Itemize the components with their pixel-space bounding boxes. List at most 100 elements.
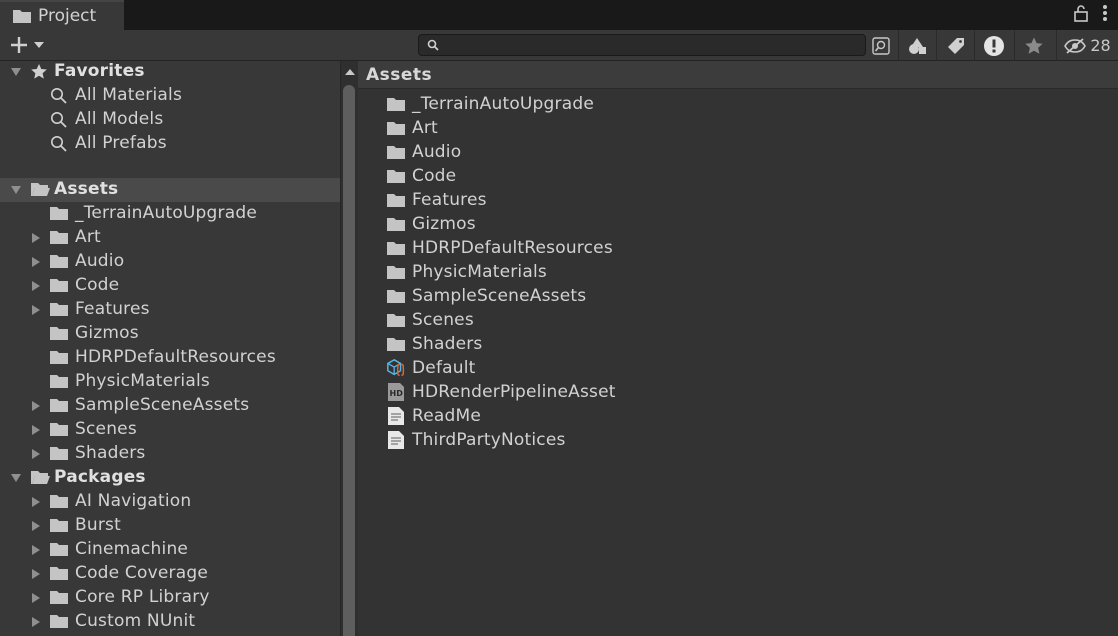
asset-file-item[interactable]: Default	[386, 356, 476, 380]
asset-item-label: Art	[412, 118, 438, 138]
hidden-count-label: 28	[1090, 36, 1111, 55]
asset-folder-item[interactable]: Scenes	[386, 308, 474, 332]
folder-icon	[386, 192, 406, 208]
folder-icon	[49, 397, 69, 413]
folder-icon	[49, 565, 69, 581]
asset-folder-item[interactable]: Shaders	[386, 332, 482, 356]
collapsed-arrow-icon[interactable]	[30, 400, 42, 412]
tag-icon	[947, 37, 964, 54]
chevron-down-icon	[34, 42, 44, 48]
scroll-up-arrow-icon[interactable]	[344, 67, 356, 77]
asset-file-item[interactable]: ReadMe	[386, 404, 481, 428]
asset-file-item[interactable]: HD HDRenderPipelineAsset	[386, 380, 616, 404]
filter-by-label-button[interactable]	[936, 30, 974, 61]
tree-item-label: Art	[75, 227, 101, 247]
star-icon	[30, 63, 48, 81]
asset-item-label: Default	[412, 358, 476, 378]
tree-package-item[interactable]: Custom NUnit	[0, 610, 340, 634]
expanded-arrow-icon[interactable]	[10, 472, 22, 484]
tree-folder-item[interactable]: PhysicMaterials	[0, 370, 340, 394]
search-scope-button[interactable]	[866, 30, 896, 61]
kebab-menu-icon[interactable]	[1102, 4, 1108, 22]
collapsed-arrow-icon[interactable]	[30, 256, 42, 268]
hidden-packages-toggle[interactable]: 28	[1056, 30, 1118, 61]
folder-open-icon	[30, 469, 52, 486]
asset-folder-item[interactable]: HDRPDefaultResources	[386, 236, 613, 260]
collapsed-arrow-icon[interactable]	[30, 616, 42, 628]
tree-package-item[interactable]: Core RP Library	[0, 586, 340, 610]
collapsed-arrow-icon[interactable]	[30, 496, 42, 508]
expanded-arrow-icon[interactable]	[10, 66, 22, 78]
tree-folder-item[interactable]: Features	[0, 298, 340, 322]
tree-folder-item[interactable]: Scenes	[0, 418, 340, 442]
asset-folder-item[interactable]: SampleSceneAssets	[386, 284, 586, 308]
tree-folder-item[interactable]: Code	[0, 274, 340, 298]
folder-icon	[13, 10, 31, 23]
tree-folder-item[interactable]: HDRPDefaultResources	[0, 346, 340, 370]
asset-file-item[interactable]: ThirdPartyNotices	[386, 428, 566, 452]
asset-folder-item[interactable]: Features	[386, 188, 487, 212]
folder-icon	[49, 493, 69, 509]
tree-item-label: All Models	[75, 109, 164, 129]
tree-favorites[interactable]: Favorites	[0, 61, 340, 84]
folder-icon	[49, 517, 69, 533]
tree-folder-item[interactable]: SampleSceneAssets	[0, 394, 340, 418]
asset-item-label: PhysicMaterials	[412, 262, 547, 282]
asset-folder-item[interactable]: Audio	[386, 140, 461, 164]
asset-item-label: HDRPDefaultResources	[412, 238, 613, 258]
tree-folder-item[interactable]: Gizmos	[0, 322, 340, 346]
folder-icon	[49, 253, 69, 269]
search-input[interactable]	[418, 34, 866, 56]
tree-item-label: Assets	[54, 179, 119, 199]
filter-by-type-button[interactable]	[898, 30, 936, 61]
tree-package-item[interactable]: Cinemachine	[0, 538, 340, 562]
asset-folder-item[interactable]: Gizmos	[386, 212, 476, 236]
favorites-button[interactable]	[1014, 30, 1052, 61]
create-dropdown-button[interactable]	[8, 34, 52, 56]
tree-item-label: All Materials	[75, 85, 182, 105]
asset-item-label: Code	[412, 166, 457, 186]
tree-item-label: Code Coverage	[75, 563, 208, 583]
lock-icon[interactable]	[1074, 4, 1088, 22]
tree-assets[interactable]: Assets	[0, 178, 340, 202]
collapsed-arrow-icon[interactable]	[30, 280, 42, 292]
collapsed-arrow-icon[interactable]	[30, 304, 42, 316]
asset-folder-item[interactable]: _TerrainAutoUpgrade	[386, 92, 594, 116]
tree-packages[interactable]: Packages	[0, 466, 340, 490]
tree-folder-item[interactable]: _TerrainAutoUpgrade	[0, 202, 340, 226]
asset-folder-item[interactable]: PhysicMaterials	[386, 260, 547, 284]
folder-icon	[386, 288, 406, 304]
collapsed-arrow-icon[interactable]	[30, 448, 42, 460]
asset-list-pane: Assets _TerrainAutoUpgrade Art Audio Code Fe…	[358, 61, 1118, 636]
tree-package-item[interactable]: Code Coverage	[0, 562, 340, 586]
window-tab-bar: Project	[0, 0, 1118, 30]
tree-scrollbar[interactable]	[340, 61, 358, 636]
collapsed-arrow-icon[interactable]	[30, 232, 42, 244]
asset-folder-item[interactable]: Code	[386, 164, 456, 188]
folder-tree: Favorites All Materials All Models All Pref…	[0, 61, 340, 636]
tree-package-item[interactable]: AI Navigation	[0, 490, 340, 514]
asset-folder-item[interactable]: Art	[386, 116, 438, 140]
scroll-thumb[interactable]	[343, 85, 355, 636]
tree-favorite-item[interactable]: All Models	[0, 108, 340, 132]
collapsed-arrow-icon[interactable]	[30, 568, 42, 580]
collapsed-arrow-icon[interactable]	[30, 520, 42, 532]
tree-favorite-item[interactable]: All Materials	[0, 84, 340, 108]
tab-project[interactable]: Project	[0, 0, 124, 30]
breadcrumb: Assets	[358, 61, 1118, 89]
tree-favorite-item[interactable]: All Prefabs	[0, 132, 340, 156]
tree-folder-item[interactable]: Shaders	[0, 442, 340, 466]
breadcrumb-assets[interactable]: Assets	[366, 65, 432, 85]
collapsed-arrow-icon[interactable]	[30, 424, 42, 436]
tree-item-label: HDRPDefaultResources	[75, 347, 276, 367]
tree-folder-item[interactable]: Art	[0, 226, 340, 250]
tree-item-label: Custom NUnit	[75, 611, 196, 631]
tree-package-item[interactable]: Burst	[0, 514, 340, 538]
collapsed-arrow-icon[interactable]	[30, 592, 42, 604]
expanded-arrow-icon[interactable]	[10, 184, 22, 196]
folder-icon	[49, 445, 69, 461]
tree-folder-item[interactable]: Audio	[0, 250, 340, 274]
filter-by-log-type-button[interactable]	[974, 30, 1012, 61]
tree-item-label: Scenes	[75, 419, 137, 439]
collapsed-arrow-icon[interactable]	[30, 544, 42, 556]
